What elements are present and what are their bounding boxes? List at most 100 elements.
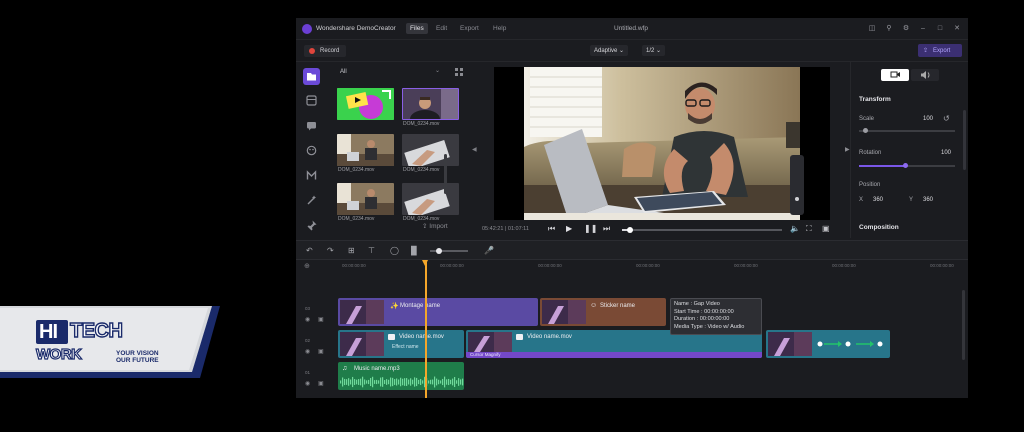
menu-help[interactable]: Help (493, 25, 506, 32)
skip-forward-icon[interactable]: ⏭ (603, 224, 610, 234)
menu-edit[interactable]: Edit (436, 25, 447, 32)
montage-clip[interactable]: ✨ Montage name (338, 298, 538, 326)
export-button[interactable]: ⇪ Export (918, 44, 962, 57)
menu-files[interactable]: Files (406, 23, 428, 34)
effects-icon[interactable] (305, 194, 318, 207)
media-tab-button[interactable] (303, 68, 320, 85)
playhead-handle[interactable] (422, 260, 428, 266)
menu-export[interactable]: Export (460, 25, 479, 32)
clip-thumbnail-image (768, 332, 812, 356)
track-number: 03 (305, 306, 311, 311)
pos-y-value[interactable]: 360 (923, 197, 933, 203)
scale-slider[interactable] (859, 128, 955, 133)
app-title: Wondershare DemoCreator (316, 25, 396, 32)
playback-scrubber-knob[interactable] (627, 226, 633, 233)
media-thumb[interactable] (402, 88, 459, 120)
chevron-down-icon: ⌄ (656, 48, 662, 54)
timeline-scrollbar[interactable] (962, 290, 965, 360)
maximize-icon[interactable]: □ (934, 23, 946, 35)
scale-value[interactable]: 100 (923, 116, 933, 122)
pause-icon[interactable]: ❚❚ (584, 224, 597, 233)
tooltip-duration: Duration : 00:00:00:00 (674, 316, 730, 323)
volume-slider[interactable] (790, 155, 804, 215)
camera-icon[interactable]: ▣ (822, 224, 830, 233)
scale-label: Scale (859, 116, 875, 122)
pin-icon[interactable] (305, 219, 318, 232)
eye-icon[interactable]: ◉ (305, 348, 310, 355)
media-scrollbar[interactable] (444, 154, 447, 194)
video-clip[interactable] (766, 330, 890, 358)
template-icon[interactable] (305, 94, 318, 107)
playback-scrubber[interactable] (622, 226, 782, 233)
cursor-effect-bar[interactable]: Cursor Magnify (466, 352, 762, 358)
clip-thumbnail-image (340, 300, 384, 324)
audio-clip[interactable]: ♫ Music name.mp3 (338, 362, 464, 390)
playhead[interactable] (422, 260, 428, 398)
media-filter-label[interactable]: All (340, 69, 347, 75)
tagline-line-1: YOUR VISION (116, 350, 159, 357)
media-thumbnail-image (402, 134, 459, 166)
media-thumb[interactable] (402, 134, 459, 166)
sticker-icon: ☺ (590, 302, 598, 309)
freeze-icon[interactable]: █ (411, 246, 417, 255)
collapse-left-icon[interactable]: ◀ (472, 146, 477, 153)
adaptive-label: Adaptive (594, 48, 618, 54)
microphone-icon[interactable]: 🎤 (484, 246, 494, 255)
grid-view-icon[interactable] (455, 68, 463, 76)
chevron-down-icon[interactable]: ⌄ (435, 67, 440, 74)
volume-slider-knob[interactable] (795, 197, 799, 201)
video-preview[interactable] (494, 67, 830, 220)
rotation-slider-knob[interactable] (903, 163, 908, 168)
zoom-slider-knob[interactable] (436, 247, 442, 254)
import-button[interactable]: ⇪ Import (422, 222, 448, 230)
ratio-dropdown[interactable]: 1/2 ⌄ (642, 45, 666, 56)
sticker-icon[interactable] (305, 144, 318, 157)
settings-icon[interactable]: ⚙ (900, 23, 912, 35)
media-thumb[interactable] (337, 88, 394, 120)
eye-icon[interactable]: ◉ (305, 380, 310, 387)
expand-right-icon[interactable]: ▶ (845, 146, 850, 153)
skip-back-icon[interactable]: ⏮ (548, 224, 555, 234)
add-track-icon[interactable]: ⊕ (304, 262, 312, 270)
speaker-icon[interactable]: 🔈 (790, 224, 800, 233)
lock-icon[interactable]: ▣ (318, 316, 324, 323)
sticker-clip[interactable]: ☺ Sticker name (540, 298, 666, 326)
lock-icon[interactable]: ▣ (318, 348, 324, 355)
fullscreen-icon[interactable]: ⛶ (806, 224, 812, 234)
zoom-slider[interactable] (430, 247, 468, 254)
media-thumb[interactable] (337, 134, 394, 166)
props-scrollbar[interactable] (963, 110, 966, 170)
split-icon[interactable]: ⊤ (368, 246, 375, 255)
undo-icon[interactable]: ↶ (306, 246, 313, 255)
video-clip[interactable]: Video name.mov Effect name (338, 330, 464, 358)
timeline-tracks: 03 ◉ ▣ 02 ◉ ▣ 01 ◉ ▣ ✨ Montage name ☺ St… (296, 272, 968, 398)
reset-icon[interactable]: ↺ (943, 114, 950, 123)
pos-x-value[interactable]: 360 (873, 197, 883, 203)
media-thumb[interactable] (402, 183, 459, 215)
transition-icon[interactable] (305, 169, 318, 182)
rotation-slider[interactable] (859, 163, 955, 168)
marker-icon[interactable]: ◯ (390, 246, 399, 255)
playback-controls: 05:42:21 | 01:07:11 ⏮ ▶ ❚❚ ⏭ 🔈 ⛶ ▣ (476, 222, 848, 238)
doc-icon[interactable]: ◫ (866, 23, 878, 35)
audio-props-tab[interactable] (911, 69, 939, 81)
cart-icon[interactable]: ⚲ (883, 23, 895, 35)
video-props-tab[interactable] (881, 69, 909, 81)
timeline-ruler[interactable]: ⊕ 00:00:00:00 00:00:00:00 00:00:00:00 00… (296, 260, 968, 272)
caption-icon[interactable] (305, 119, 318, 132)
effect-label: Effect name (392, 344, 419, 350)
rotation-value[interactable]: 100 (941, 150, 951, 156)
close-icon[interactable]: ✕ (951, 23, 963, 35)
media-label: DOM_0234.mov (403, 167, 440, 173)
lock-icon[interactable]: ▣ (318, 380, 324, 387)
scale-slider-knob[interactable] (863, 128, 868, 133)
ruler-tick: 00:00:00:00 (440, 263, 464, 268)
adaptive-dropdown[interactable]: Adaptive ⌄ (590, 45, 629, 56)
minimize-icon[interactable]: – (917, 23, 929, 35)
record-button[interactable]: Record (304, 45, 346, 57)
media-thumb[interactable] (337, 183, 394, 215)
redo-icon[interactable]: ↷ (327, 246, 334, 255)
eye-icon[interactable]: ◉ (305, 316, 310, 323)
play-icon[interactable]: ▶ (566, 224, 572, 233)
crop-icon[interactable]: ⊞ (348, 246, 355, 255)
